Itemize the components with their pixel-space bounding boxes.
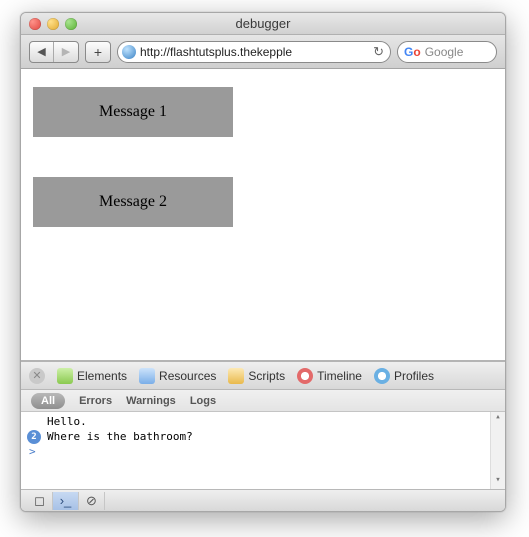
url-text: http://flashtutsplus.thekepple <box>140 45 367 59</box>
page-content: Message 1 Message 2 <box>21 69 505 361</box>
scrollbar[interactable]: ▴ ▾ <box>490 412 505 489</box>
dock-button[interactable]: ◻ <box>27 492 53 510</box>
titlebar: debugger <box>21 13 505 35</box>
tab-elements[interactable]: Elements <box>57 368 127 384</box>
devtools-tabs: ✕ Elements Resources Scripts Timeline Pr… <box>21 362 505 390</box>
devtools-footer: ◻ ›_ ⊘ <box>21 489 505 511</box>
clear-console-button[interactable]: ⊘ <box>79 492 105 510</box>
filter-warnings[interactable]: Warnings <box>126 395 176 407</box>
console-filters: All Errors Warnings Logs <box>21 390 505 412</box>
globe-icon <box>122 45 136 59</box>
filter-logs[interactable]: Logs <box>190 395 216 407</box>
window-title: debugger <box>21 16 505 31</box>
message-button-1[interactable]: Message 1 <box>33 87 233 137</box>
scripts-icon <box>228 368 244 384</box>
timeline-icon <box>297 368 313 384</box>
tab-profiles[interactable]: Profiles <box>374 368 434 384</box>
console-output: Hello. 2 Where is the bathroom? > ▴ ▾ <box>21 412 505 489</box>
add-bookmark-button[interactable]: + <box>85 41 111 63</box>
message-label: Message 2 <box>99 193 167 211</box>
google-logo-icon: Go <box>404 45 421 59</box>
console-line: Hello. <box>21 414 505 429</box>
devtools-panel: ✕ Elements Resources Scripts Timeline Pr… <box>21 361 505 511</box>
message-label: Message 1 <box>99 103 167 121</box>
filter-all[interactable]: All <box>31 393 65 409</box>
browser-window: debugger ◀ ▶ + http://flashtutsplus.thek… <box>20 12 506 512</box>
scroll-up-icon[interactable]: ▴ <box>491 412 505 426</box>
scroll-down-icon[interactable]: ▾ <box>491 475 505 489</box>
profiles-icon <box>374 368 390 384</box>
back-button[interactable]: ◀ <box>30 42 54 62</box>
elements-icon <box>57 368 73 384</box>
reload-icon[interactable]: ↻ <box>371 44 386 60</box>
search-placeholder: Google <box>425 45 464 59</box>
nav-back-forward: ◀ ▶ <box>29 41 79 63</box>
resources-icon <box>139 368 155 384</box>
filter-errors[interactable]: Errors <box>79 395 112 407</box>
tab-timeline[interactable]: Timeline <box>297 368 362 384</box>
search-field[interactable]: Go Google <box>397 41 497 63</box>
console-line: 2 Where is the bathroom? <box>21 429 505 444</box>
console-prompt[interactable]: > <box>21 444 505 459</box>
tab-scripts[interactable]: Scripts <box>228 368 285 384</box>
url-bar[interactable]: http://flashtutsplus.thekepple ↻ <box>117 41 391 63</box>
tab-resources[interactable]: Resources <box>139 368 216 384</box>
console-toggle-button[interactable]: ›_ <box>53 492 79 510</box>
browser-toolbar: ◀ ▶ + http://flashtutsplus.thekepple ↻ G… <box>21 35 505 69</box>
devtools-close-icon[interactable]: ✕ <box>29 368 45 384</box>
message-button-2[interactable]: Message 2 <box>33 177 233 227</box>
repeat-count-badge: 2 <box>27 430 41 444</box>
forward-button[interactable]: ▶ <box>54 42 78 62</box>
